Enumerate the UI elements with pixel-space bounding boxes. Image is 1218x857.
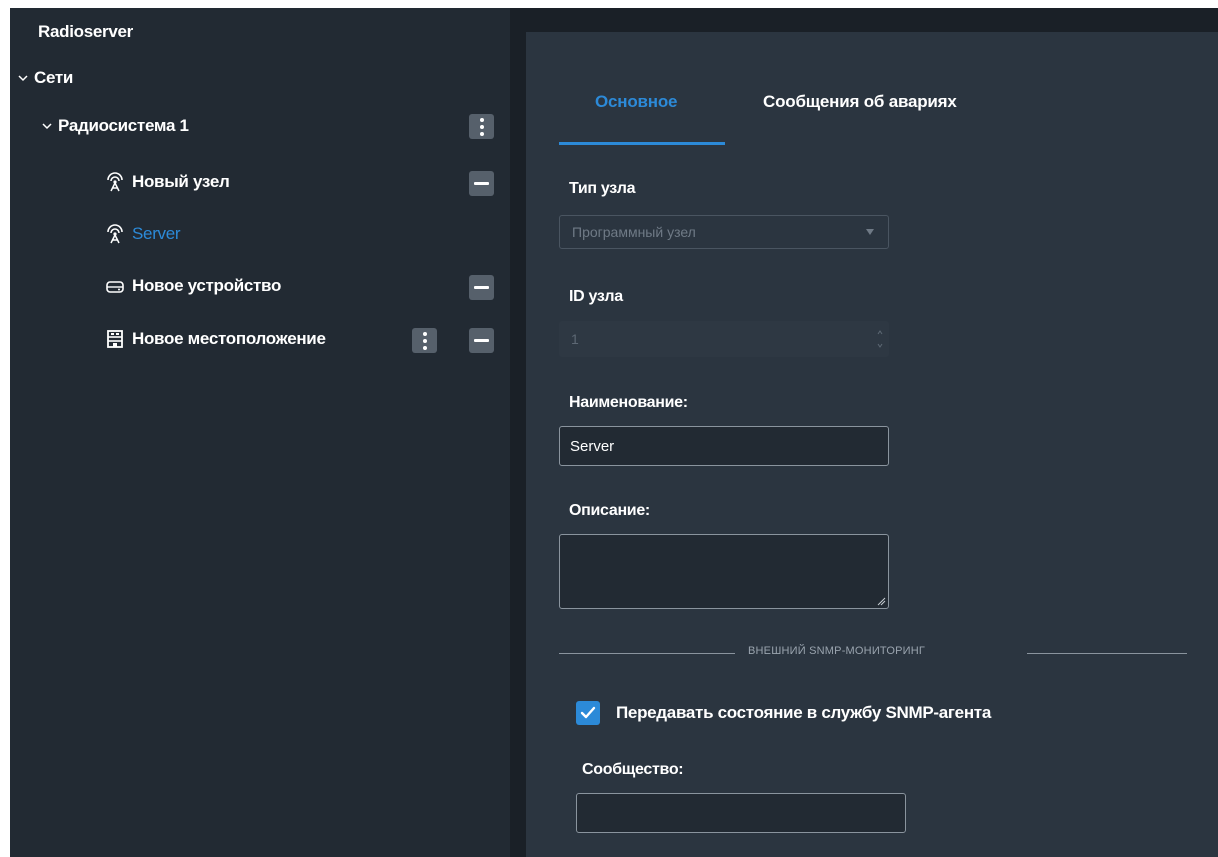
chevron-down-icon[interactable]: [42, 121, 52, 131]
spinner-arrows-icon[interactable]: [877, 328, 883, 350]
location-menu-button[interactable]: [412, 328, 437, 353]
tab-alarm-messages[interactable]: Сообщения об авариях: [763, 92, 957, 112]
snmp-section-title: ВНЕШНИЙ SNMP-МОНИТОРИНГ: [748, 645, 926, 657]
tree-item-label: Server: [132, 224, 181, 243]
node-type-select[interactable]: Программный узел: [559, 215, 889, 249]
tree-item-radiosystem[interactable]: Радиосистема 1: [42, 116, 189, 136]
tree-item-server[interactable]: Server: [104, 224, 181, 244]
chevron-down-icon[interactable]: [18, 73, 28, 83]
tree-item-label: Сети: [34, 68, 74, 87]
community-label: Сообщество:: [582, 761, 684, 778]
minus-icon: [474, 286, 489, 289]
app-window: Radioserver Сети Радиосистема 1 Новый уз…: [10, 8, 1218, 857]
checkmark-icon: [580, 706, 596, 719]
resize-grip-icon[interactable]: [876, 596, 886, 606]
tab-general[interactable]: Основное: [595, 92, 677, 112]
tree-item-label: Новое устройство: [132, 276, 282, 295]
node-id-input[interactable]: 1: [559, 321, 889, 357]
radiosystem-menu-button[interactable]: [469, 114, 494, 139]
kebab-icon: [479, 117, 484, 136]
description-textarea[interactable]: [559, 534, 889, 609]
section-divider-right: [1027, 653, 1187, 654]
snmp-send-state-label[interactable]: Передавать состояние в службу SNMP-агент…: [616, 703, 991, 723]
node-type-value: Программный узел: [572, 224, 696, 240]
tree-item-new-location[interactable]: Новое местоположение: [104, 329, 326, 349]
node-id-label: ID узла: [569, 288, 623, 305]
app-title: Radioserver: [38, 22, 133, 41]
name-label: Наименование:: [569, 394, 688, 411]
active-tab-indicator: [559, 142, 725, 145]
caret-down-icon: [866, 229, 874, 235]
minus-icon: [474, 182, 489, 185]
node-id-value: 1: [571, 331, 579, 347]
antenna-icon: [107, 172, 123, 192]
splitter[interactable]: [510, 8, 526, 857]
antenna-icon: [107, 224, 123, 244]
kebab-icon: [422, 331, 427, 350]
remove-node-button[interactable]: [469, 171, 494, 196]
description-label: Описание:: [569, 502, 650, 519]
device-icon: [106, 281, 124, 293]
name-input[interactable]: [559, 426, 889, 466]
tree-item-new-node[interactable]: Новый узел: [104, 172, 230, 192]
top-strip: [510, 8, 1218, 32]
tree-item-networks[interactable]: Сети: [18, 68, 73, 88]
snmp-send-state-checkbox[interactable]: [576, 701, 600, 725]
tree-item-label: Радиосистема 1: [58, 116, 189, 135]
remove-location-button[interactable]: [469, 328, 494, 353]
tree-item-new-device[interactable]: Новое устройство: [104, 276, 281, 296]
node-type-label: Тип узла: [569, 180, 636, 197]
remove-device-button[interactable]: [469, 275, 494, 300]
community-input[interactable]: [576, 793, 906, 833]
minus-icon: [474, 339, 489, 342]
location-icon: [107, 330, 123, 348]
tree-item-label: Новый узел: [132, 172, 230, 191]
section-divider-left: [559, 653, 735, 654]
tree-item-label: Новое местоположение: [132, 329, 326, 348]
